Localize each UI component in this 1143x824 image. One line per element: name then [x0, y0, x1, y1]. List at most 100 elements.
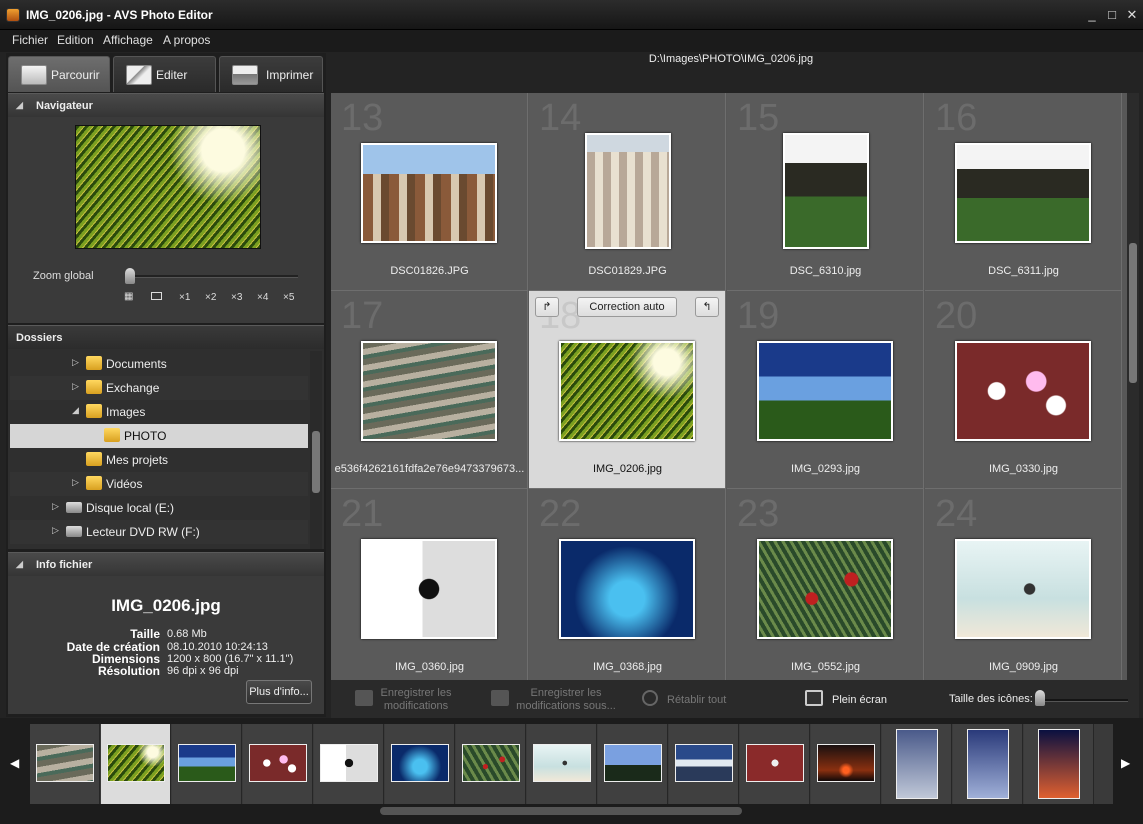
- zoom-x3-button[interactable]: ×3: [231, 292, 242, 303]
- thumbnail-cell[interactable]: 16 DSC_6311.jpg: [925, 93, 1122, 291]
- expand-arrow-icon[interactable]: ◢: [72, 405, 79, 416]
- folders-header[interactable]: Dossiers: [8, 325, 324, 349]
- restore-all-button[interactable]: Rétablir tout: [667, 694, 726, 707]
- thumbnail-cell[interactable]: 21 IMG_0360.jpg: [331, 489, 528, 680]
- thumbnail-filename: DSC01829.JPG: [588, 265, 667, 277]
- filmstrip-item[interactable]: [598, 724, 668, 804]
- filmstrip-thumbnail: [675, 744, 733, 782]
- thumbnail-cell[interactable]: 19 IMG_0293.jpg: [727, 291, 924, 489]
- thumbnail-cell[interactable]: 23 IMG_0552.jpg: [727, 489, 924, 680]
- save-button[interactable]: Enregistrer les modifications: [372, 687, 460, 713]
- icon-size-slider-handle[interactable]: [1035, 690, 1045, 706]
- thumbnail-cell[interactable]: 17 e536f4262161fdfa2e76e9473379673...: [331, 291, 528, 489]
- filmstrip-item[interactable]: [669, 724, 739, 804]
- icon-size-label: Taille des icônes:: [949, 693, 1033, 705]
- thumbnail-cell[interactable]: 14 DSC01829.JPG: [529, 93, 726, 291]
- zoom-x1-button[interactable]: ×1: [179, 292, 190, 303]
- zoom-x4-button[interactable]: ×4: [257, 292, 268, 303]
- creation-date-value: 08.10.2010 10:24:13: [167, 641, 268, 653]
- resolution-label: Résolution: [98, 664, 160, 678]
- menu-affichage[interactable]: Affichage: [103, 33, 153, 47]
- thumbnail-image[interactable]: [955, 341, 1091, 441]
- thumbnail-grid-icon[interactable]: ▦: [124, 291, 133, 302]
- thumbnail-cell[interactable]: 13 DSC01826.JPG: [331, 93, 528, 291]
- tree-item[interactable]: ▷ Vidéos: [10, 472, 308, 496]
- expand-arrow-icon[interactable]: ▷: [52, 501, 59, 512]
- thumbnail-cell[interactable]: 20 IMG_0330.jpg: [925, 291, 1122, 489]
- tree-item[interactable]: ▷ Lecteur DVD RW (F:): [10, 520, 308, 544]
- tab-parcourir[interactable]: Parcourir: [8, 56, 110, 92]
- rotate-right-button[interactable]: ↱: [535, 297, 559, 317]
- save-as-button[interactable]: Enregistrer les modifications sous...: [510, 687, 622, 713]
- thumbnail-image[interactable]: [559, 539, 695, 639]
- thumbnail-image[interactable]: [757, 539, 893, 639]
- filmstrip-item[interactable]: [243, 724, 313, 804]
- zoom-x2-button[interactable]: ×2: [205, 292, 216, 303]
- thumbnail-cell[interactable]: 15 DSC_6310.jpg: [727, 93, 924, 291]
- tree-item[interactable]: PHOTO: [10, 424, 308, 448]
- maximize-button[interactable]: □: [1102, 6, 1122, 24]
- navigator-header[interactable]: ◢ Navigateur: [8, 93, 324, 117]
- fit-window-icon[interactable]: [151, 292, 162, 300]
- thumbnail-image[interactable]: [559, 341, 695, 441]
- folders-scrollbar[interactable]: [310, 351, 322, 549]
- filmstrip-item[interactable]: [385, 724, 455, 804]
- thumbnail-image[interactable]: [361, 341, 497, 441]
- tree-item[interactable]: ▷ Exchange: [10, 376, 308, 400]
- navigator-preview-image[interactable]: [75, 125, 261, 249]
- auto-correction-button[interactable]: Correction auto: [577, 297, 677, 317]
- menu-a-propos[interactable]: A propos: [163, 33, 210, 47]
- filmstrip-item[interactable]: [314, 724, 384, 804]
- zoom-x5-button[interactable]: ×5: [283, 292, 294, 303]
- filmstrip-item[interactable]: [882, 724, 952, 804]
- file-path: D:\Images\PHOTO\IMG_0206.jpg: [648, 53, 814, 65]
- menu-edition[interactable]: Edition: [57, 33, 94, 47]
- rotate-left-button[interactable]: ↰: [695, 297, 719, 317]
- thumbnail-cell[interactable]: 22 IMG_0368.jpg: [529, 489, 726, 680]
- filmstrip-item[interactable]: [953, 724, 1023, 804]
- thumbnail-image[interactable]: [783, 133, 869, 249]
- close-button[interactable]: ✕: [1122, 6, 1142, 24]
- thumbnail-image[interactable]: [757, 341, 893, 441]
- filmstrip-scrollbar[interactable]: [380, 807, 742, 815]
- tree-item[interactable]: ◢ Images: [10, 400, 308, 424]
- filmstrip-right-arrow[interactable]: ▶: [1121, 756, 1130, 770]
- window-title: IMG_0206.jpg - AVS Photo Editor: [26, 8, 213, 22]
- filmstrip-item[interactable]: [456, 724, 526, 804]
- file-info-header[interactable]: ◢ Info fichier: [8, 552, 324, 576]
- tree-item-label: PHOTO: [124, 429, 167, 443]
- more-info-button[interactable]: Plus d'info...: [246, 680, 312, 704]
- tree-item[interactable]: Mes projets: [10, 448, 308, 472]
- zoom-slider[interactable]: [128, 275, 298, 278]
- filmstrip-item[interactable]: [101, 724, 171, 804]
- filmstrip-item[interactable]: [811, 724, 881, 804]
- thumbnail-image[interactable]: [361, 539, 497, 639]
- expand-arrow-icon[interactable]: ▷: [72, 357, 79, 368]
- expand-arrow-icon[interactable]: ▷: [72, 477, 79, 488]
- tab-imprimer[interactable]: Imprimer: [219, 56, 323, 92]
- icon-size-slider[interactable]: [1040, 699, 1128, 702]
- tree-item[interactable]: ▷ Disque local (E:): [10, 496, 308, 520]
- thumbnail-cell[interactable]: 24 IMG_0909.jpg: [925, 489, 1122, 680]
- size-value: 0.68 Mb: [167, 628, 207, 640]
- filmstrip-item[interactable]: [740, 724, 810, 804]
- filmstrip-item[interactable]: [30, 724, 100, 804]
- menu-fichier[interactable]: Fichier: [12, 33, 48, 47]
- thumbnail-cell[interactable]: 18 IMG_0206.jpg ↱ Correction auto ↰: [529, 291, 726, 489]
- tree-item[interactable]: ▷ Documents: [10, 352, 308, 376]
- zoom-slider-handle[interactable]: [125, 268, 135, 284]
- filmstrip-item[interactable]: [172, 724, 242, 804]
- filmstrip-item[interactable]: [1024, 724, 1094, 804]
- filmstrip-item[interactable]: [527, 724, 597, 804]
- thumbnail-image[interactable]: [585, 133, 671, 249]
- minimize-button[interactable]: _: [1082, 6, 1102, 24]
- expand-arrow-icon[interactable]: ▷: [72, 381, 79, 392]
- thumbnail-image[interactable]: [361, 143, 497, 243]
- thumbnail-image[interactable]: [955, 539, 1091, 639]
- thumbnail-image[interactable]: [955, 143, 1091, 243]
- filmstrip-left-arrow[interactable]: ◀: [10, 756, 19, 770]
- fullscreen-button[interactable]: Plein écran: [832, 694, 887, 707]
- expand-arrow-icon[interactable]: ▷: [52, 525, 59, 536]
- grid-scrollbar[interactable]: [1127, 93, 1139, 680]
- tab-editer[interactable]: Editer: [113, 56, 216, 92]
